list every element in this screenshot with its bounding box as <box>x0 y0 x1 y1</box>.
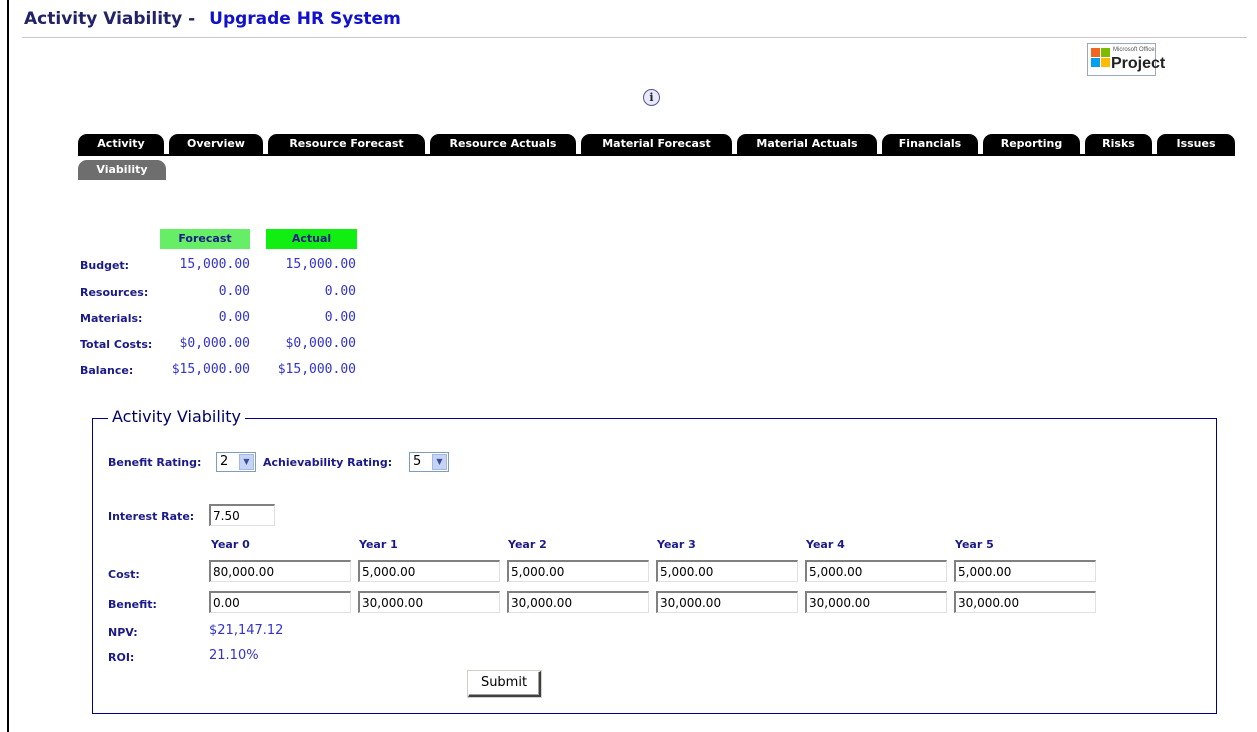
achievability-rating-label: Achievability Rating: <box>263 456 393 469</box>
npv-label: NPV: <box>108 626 138 639</box>
tab-resource-actuals[interactable]: Resource Actuals <box>430 134 576 154</box>
page-title: Activity Viability - Upgrade HR System <box>24 9 401 29</box>
logo-small-text: Microsoft Office <box>1113 47 1155 53</box>
year-3-header: Year 3 <box>657 538 696 551</box>
forecast-header: Forecast <box>160 229 250 249</box>
title-divider <box>22 37 1247 38</box>
cost-year-2-input[interactable]: 5,000.00 <box>507 560 649 582</box>
tab-row-divider <box>78 154 1235 156</box>
resources-forecast-value: 0.00 <box>218 284 250 299</box>
tab-material-actuals[interactable]: Material Actuals <box>737 134 877 154</box>
info-icon[interactable]: i <box>643 89 660 106</box>
resources-label: Resources: <box>80 286 149 299</box>
roi-label: ROI: <box>108 651 135 664</box>
submit-button[interactable]: Submit <box>468 671 541 697</box>
total-costs-label: Total Costs: <box>80 338 153 351</box>
chevron-down-icon[interactable]: ▼ <box>239 454 254 470</box>
benefit-year-4-input[interactable]: 30,000.00 <box>805 591 947 613</box>
cost-label: Cost: <box>108 568 140 581</box>
cost-year-4-input[interactable]: 5,000.00 <box>805 560 947 582</box>
benefit-rating-label: Benefit Rating: <box>108 456 202 469</box>
cost-year-5-input[interactable]: 5,000.00 <box>954 560 1096 582</box>
benefit-rating-value: 2 <box>220 454 229 469</box>
ms-project-logo: Microsoft Office Project <box>1087 43 1165 76</box>
tab-issues[interactable]: Issues <box>1157 134 1235 154</box>
page-title-prefix: Activity Viability - <box>24 9 196 29</box>
tab-overview[interactable]: Overview <box>169 134 263 154</box>
benefit-rating-select[interactable]: 2 ▼ <box>216 452 256 472</box>
cost-year-0-input[interactable]: 80,000.00 <box>209 560 351 582</box>
budget-label: Budget: <box>80 259 130 272</box>
benefit-year-2-input[interactable]: 30,000.00 <box>507 591 649 613</box>
year-2-header: Year 2 <box>508 538 547 551</box>
activity-name: Upgrade HR System <box>209 9 401 29</box>
total-costs-forecast-value: $0,000.00 <box>179 336 250 351</box>
year-5-header: Year 5 <box>955 538 994 551</box>
year-1-header: Year 1 <box>359 538 398 551</box>
cost-year-3-input[interactable]: 5,000.00 <box>656 560 798 582</box>
interest-rate-label: Interest Rate: <box>108 510 195 523</box>
benefit-year-3-input[interactable]: 30,000.00 <box>656 591 798 613</box>
benefit-year-0-input[interactable]: 0.00 <box>209 591 351 613</box>
logo-big-text: Project <box>1111 55 1166 72</box>
materials-forecast-value: 0.00 <box>218 310 250 325</box>
tab-activity[interactable]: Activity <box>78 134 164 154</box>
viability-legend: Activity Viability <box>108 407 245 426</box>
materials-label: Materials: <box>80 312 143 325</box>
logo-square-yellow <box>1101 58 1110 67</box>
actual-header: Actual <box>266 229 357 249</box>
tab-reporting[interactable]: Reporting <box>983 134 1080 154</box>
year-0-header: Year 0 <box>211 538 250 551</box>
tab-material-forecast[interactable]: Material Forecast <box>581 134 732 154</box>
npv-value: $21,147.12 <box>209 623 284 638</box>
tab-financials[interactable]: Financials <box>882 134 978 154</box>
resources-actual-value: 0.00 <box>324 284 356 299</box>
achievability-rating-select[interactable]: 5 ▼ <box>409 452 449 472</box>
tab-resource-forecast[interactable]: Resource Forecast <box>268 134 425 154</box>
benefit-year-1-input[interactable]: 30,000.00 <box>358 591 500 613</box>
tab-viability[interactable]: Viability <box>78 160 166 180</box>
materials-actual-value: 0.00 <box>324 310 356 325</box>
benefit-label: Benefit: <box>108 598 157 611</box>
tab-risks[interactable]: Risks <box>1085 134 1152 154</box>
chevron-down-icon[interactable]: ▼ <box>432 454 447 470</box>
budget-forecast-value: 15,000.00 <box>179 257 250 272</box>
interest-rate-input[interactable]: 7.50 <box>209 504 275 526</box>
cost-year-1-input[interactable]: 5,000.00 <box>358 560 500 582</box>
balance-label: Balance: <box>80 364 134 377</box>
balance-actual-value: $15,000.00 <box>277 362 356 377</box>
total-costs-actual-value: $0,000.00 <box>285 336 356 351</box>
logo-square-blue <box>1091 58 1100 67</box>
year-4-header: Year 4 <box>806 538 845 551</box>
logo-square-orange <box>1091 48 1100 57</box>
budget-actual-value: 15,000.00 <box>285 257 356 272</box>
benefit-year-5-input[interactable]: 30,000.00 <box>954 591 1096 613</box>
balance-forecast-value: $15,000.00 <box>171 362 250 377</box>
logo-square-green <box>1101 48 1110 57</box>
achievability-rating-value: 5 <box>413 454 422 469</box>
roi-value: 21.10% <box>209 648 259 663</box>
